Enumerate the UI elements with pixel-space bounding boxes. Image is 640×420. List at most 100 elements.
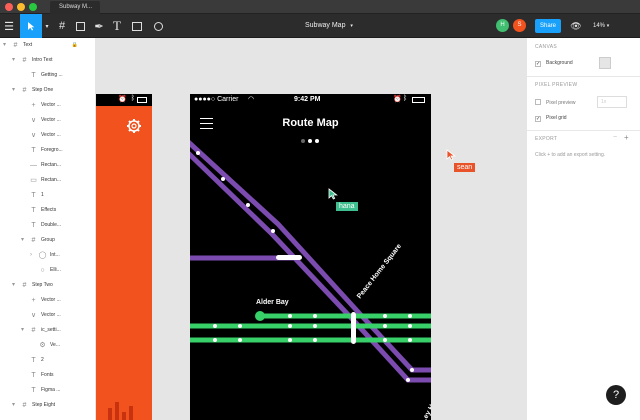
zoom-dropdown[interactable]: 14% ▾: [593, 14, 609, 38]
layer-row[interactable]: ○ Elli...: [0, 263, 95, 278]
layer-name: Rectan...: [41, 162, 62, 168]
pixel-preview-select[interactable]: 1x: [597, 96, 627, 108]
frame-icon: #: [58, 20, 66, 32]
gear-icon[interactable]: [126, 118, 142, 134]
vector-icon: ∨: [30, 132, 37, 139]
layer-row[interactable]: T Double...: [0, 218, 95, 233]
pixel-grid-checkbox[interactable]: ✓: [535, 116, 541, 122]
image-tool-button[interactable]: [130, 14, 144, 38]
file-tab[interactable]: Subway M...: [50, 1, 100, 14]
comment-tool-button[interactable]: [151, 14, 165, 38]
background-checkbox[interactable]: ✓: [535, 61, 541, 67]
expand-arrow-icon[interactable]: ▾: [21, 323, 24, 338]
pixel-grid-row[interactable]: ✓ Pixel grid: [535, 115, 567, 122]
ellipse-icon: ◯: [38, 252, 47, 259]
text-icon: T: [31, 72, 36, 79]
station-label-alder: Alder Bay: [256, 299, 289, 306]
layer-row[interactable]: T Fonts: [0, 368, 95, 383]
move-tool-button[interactable]: [20, 14, 42, 38]
text-icon: T: [31, 372, 36, 379]
close-window-button[interactable]: [5, 3, 13, 11]
layer-row[interactable]: ▾ # Group: [0, 233, 95, 248]
add-export-button[interactable]: +: [624, 133, 629, 142]
layer-name: Vector ...: [41, 102, 61, 108]
layer-row[interactable]: ▾ # Text 🔒: [0, 38, 95, 53]
layer-row[interactable]: T2: [0, 353, 95, 368]
shape-tool-button[interactable]: [71, 14, 89, 38]
frame-step-one[interactable]: ᛒ ⏰: [96, 94, 152, 420]
menu-button[interactable]: ☰: [0, 14, 18, 38]
zoom-level: 14%: [593, 23, 606, 29]
expand-arrow-icon[interactable]: ▾: [12, 278, 15, 293]
pen-tool-button[interactable]: ✒: [92, 14, 106, 38]
collapse-arrow-icon[interactable]: ›: [30, 248, 32, 263]
layer-row[interactable]: ▭ Rectan...: [0, 173, 95, 188]
pixel-preview-checkbox[interactable]: [535, 99, 541, 105]
background-row[interactable]: ✓ Background: [535, 60, 573, 67]
layer-name: Vector ...: [41, 312, 61, 318]
frame-tool-button[interactable]: #: [53, 14, 71, 38]
layer-row[interactable]: T Foregro...: [0, 143, 95, 158]
layer-row[interactable]: ▾ # Step One: [0, 83, 95, 98]
layer-name: Figma ...: [41, 387, 61, 393]
layer-row[interactable]: ∨ Vector ...: [0, 113, 95, 128]
minimize-window-button[interactable]: [17, 3, 25, 11]
background-color-swatch[interactable]: [599, 57, 611, 69]
layer-row[interactable]: T Effects: [0, 203, 95, 218]
frame-route-map[interactable]: ●●●●○ Carrier ◠ 9:42 PM ⏰ ᛒ Route Map Al…: [190, 94, 431, 420]
layer-name: Group: [41, 237, 55, 243]
layer-name: Intro Text: [32, 57, 53, 63]
lock-icon[interactable]: 🔒: [72, 38, 78, 53]
share-button[interactable]: Share: [535, 19, 561, 33]
maximize-window-button[interactable]: [29, 3, 37, 11]
layer-name: Step One: [32, 87, 54, 93]
station-label-peace: Peace Home Square: [356, 243, 403, 300]
pen-icon: ✒: [94, 20, 104, 33]
canvas[interactable]: ᛒ ⏰ ●●●●○ Carrier ◠ 9:42 PM ⏰ ᛒ Route Ma…: [96, 38, 526, 420]
expand-arrow-icon[interactable]: ▾: [3, 38, 6, 53]
pixel-preview-row[interactable]: Pixel preview: [535, 99, 575, 106]
layer-row[interactable]: T Figma ...: [0, 383, 95, 398]
expand-arrow-icon[interactable]: ▾: [12, 53, 15, 68]
frame-icon: #: [31, 237, 36, 244]
expand-arrow-icon[interactable]: ▾: [12, 398, 15, 413]
layer-row[interactable]: › ◯ Int...: [0, 248, 95, 263]
layer-name: Rectan...: [41, 177, 62, 183]
layer-row[interactable]: — Rectan...: [0, 158, 95, 173]
move-tool-dropdown[interactable]: ▾: [42, 14, 52, 38]
help-button[interactable]: ?: [606, 385, 626, 405]
remove-export-button[interactable]: −: [613, 134, 617, 141]
layer-row[interactable]: T1: [0, 188, 95, 203]
layer-row[interactable]: + Vector ...: [0, 293, 95, 308]
gear-icon: ⚙: [39, 342, 46, 349]
canvas-section-title: CANVAS: [535, 44, 557, 50]
preview-button[interactable]: 👁: [569, 14, 583, 38]
expand-arrow-icon[interactable]: ▾: [21, 233, 24, 248]
layer-row[interactable]: ▾ # ic_setti...: [0, 323, 95, 338]
frame-icon: #: [22, 282, 27, 289]
layer-row[interactable]: ▾ # Step Eight: [0, 398, 95, 413]
layer-row[interactable]: ▾ # Intro Text: [0, 53, 95, 68]
pixel-preview-section-title: PIXEL PREVIEW: [535, 82, 578, 88]
layer-row[interactable]: ⚙ Ve...: [0, 338, 95, 353]
divider: [527, 130, 640, 131]
avatar-hana[interactable]: H: [496, 19, 509, 32]
avatar-initial: S: [517, 22, 522, 28]
bluetooth-icon: ᛒ: [130, 95, 135, 102]
text-icon: T: [31, 207, 36, 214]
text-tool-button[interactable]: T: [110, 14, 124, 38]
green-line: [190, 313, 431, 343]
rectangle-icon: ▭: [30, 177, 37, 184]
layer-row[interactable]: + Vector ...: [0, 98, 95, 113]
avatar-sean[interactable]: S: [513, 19, 526, 32]
layer-name: Vector ...: [41, 117, 61, 123]
export-section-title: EXPORT: [535, 136, 558, 142]
layer-row[interactable]: ▾ # Step Two: [0, 278, 95, 293]
expand-arrow-icon[interactable]: ▾: [12, 83, 15, 98]
layer-row[interactable]: T Getting ...: [0, 68, 95, 83]
layer-name: Step Two: [32, 282, 53, 288]
document-title[interactable]: Subway Map ▾: [305, 14, 353, 38]
pixel-grid-label: Pixel grid: [546, 115, 567, 121]
layer-row[interactable]: ∨ Vector ...: [0, 308, 95, 323]
layer-row[interactable]: ∨ Vector ...: [0, 128, 95, 143]
